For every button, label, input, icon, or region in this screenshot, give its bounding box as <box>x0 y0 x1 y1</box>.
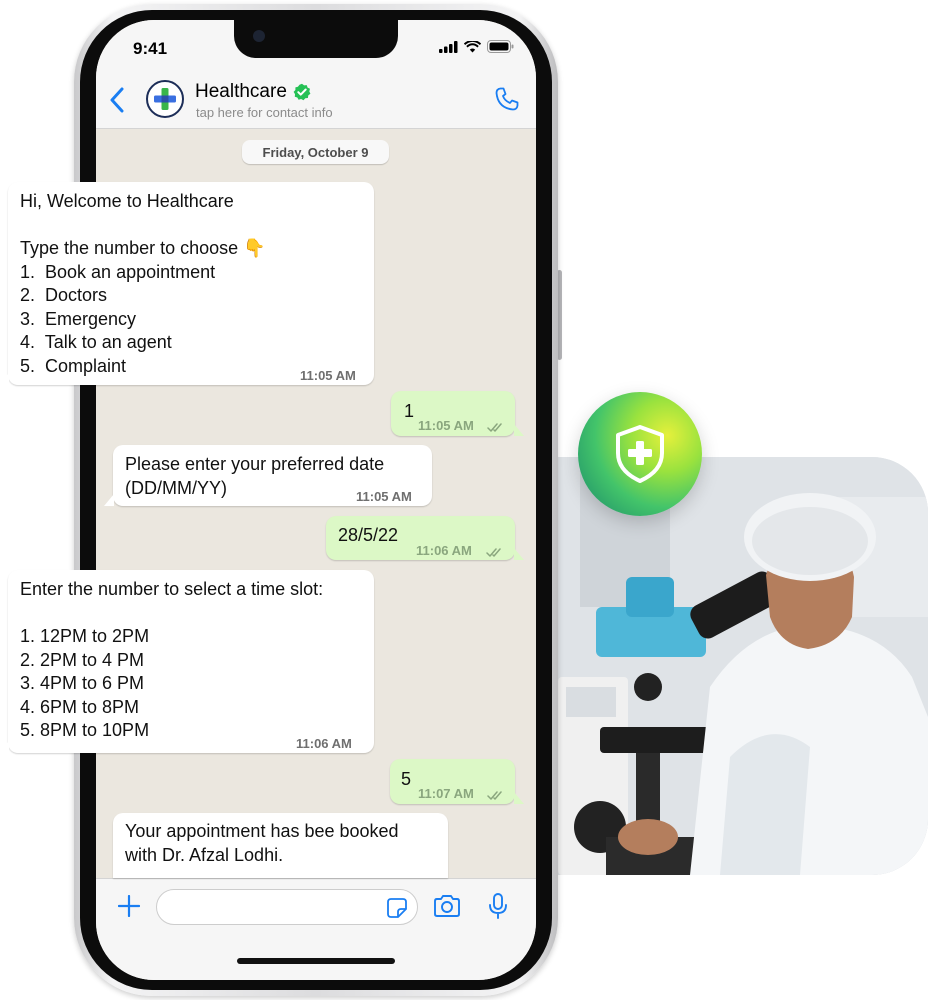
message-bubble-outgoing: 28/5/22 11:06 AM <box>326 516 524 560</box>
camera-icon <box>434 895 460 917</box>
message-time: 11:05 AM <box>300 368 356 383</box>
message-bubble-incoming: Enter the number to select a time slot: … <box>0 570 374 753</box>
contact-subtitle[interactable]: tap here for contact info <box>196 105 333 120</box>
message-time: 11:05 AM <box>418 418 474 433</box>
message-bubble-incoming: Your appointment has bee booked with Dr.… <box>113 813 448 878</box>
chat-header[interactable]: Healthcare tap here for contact info <box>96 72 536 129</box>
read-receipt-icon <box>487 416 505 440</box>
sticker-icon <box>387 898 407 918</box>
microphone-icon <box>489 893 507 919</box>
message-text: 5 <box>401 769 412 789</box>
wifi-icon <box>463 39 482 58</box>
signal-icon <box>439 40 458 58</box>
lab-scientist-photo <box>540 457 928 875</box>
message-text: Please enter your preferred date (DD/MM/… <box>125 454 385 498</box>
status-time: 9:41 <box>133 39 168 58</box>
message-text: Hi, Welcome to Healthcare Type the numbe… <box>20 191 266 376</box>
message-text: Enter the number to select a time slot: … <box>20 579 324 740</box>
attach-plus-button[interactable] <box>117 894 141 922</box>
message-time: 11:07 AM <box>418 786 474 801</box>
message-text: 28/5/22 <box>338 525 399 545</box>
message-bubble-incoming: Please enter your preferred date (DD/MM/… <box>104 445 432 506</box>
chevron-left-icon <box>110 87 124 113</box>
message-time: 11:06 AM <box>296 736 352 751</box>
notch <box>234 20 398 58</box>
read-receipt-icon <box>487 784 505 808</box>
plus-icon <box>117 894 141 918</box>
message-bubble-outgoing: 1 11:05 AM <box>391 391 524 436</box>
date-separator: Friday, October 9 <box>242 140 389 164</box>
verified-badge-icon <box>293 83 311 106</box>
back-button[interactable] <box>102 82 132 118</box>
camera-button[interactable] <box>433 894 461 923</box>
battery-icon <box>487 40 514 58</box>
microphone-button[interactable] <box>488 892 508 925</box>
contact-avatar[interactable] <box>146 80 184 118</box>
shield-plus-icon <box>578 392 702 516</box>
medical-cross-icon <box>154 88 176 110</box>
phone-icon <box>495 87 519 111</box>
call-button[interactable] <box>494 86 520 117</box>
message-bubble-outgoing: 5 11:07 AM <box>390 759 524 804</box>
sticker-button[interactable] <box>386 897 408 924</box>
message-bubble-incoming: Hi, Welcome to Healthcare Type the numbe… <box>0 182 374 385</box>
message-input[interactable] <box>156 889 418 925</box>
read-receipt-icon <box>486 541 504 565</box>
message-time: 11:06 AM <box>416 543 472 558</box>
home-indicator <box>237 958 395 964</box>
front-camera <box>253 30 265 42</box>
contact-name[interactable]: Healthcare <box>195 81 287 103</box>
message-time: 11:05 AM <box>356 489 412 504</box>
message-text: Your appointment has bee booked with Dr.… <box>125 821 399 865</box>
message-input-bar <box>96 878 536 980</box>
message-text: 1 <box>404 401 415 421</box>
